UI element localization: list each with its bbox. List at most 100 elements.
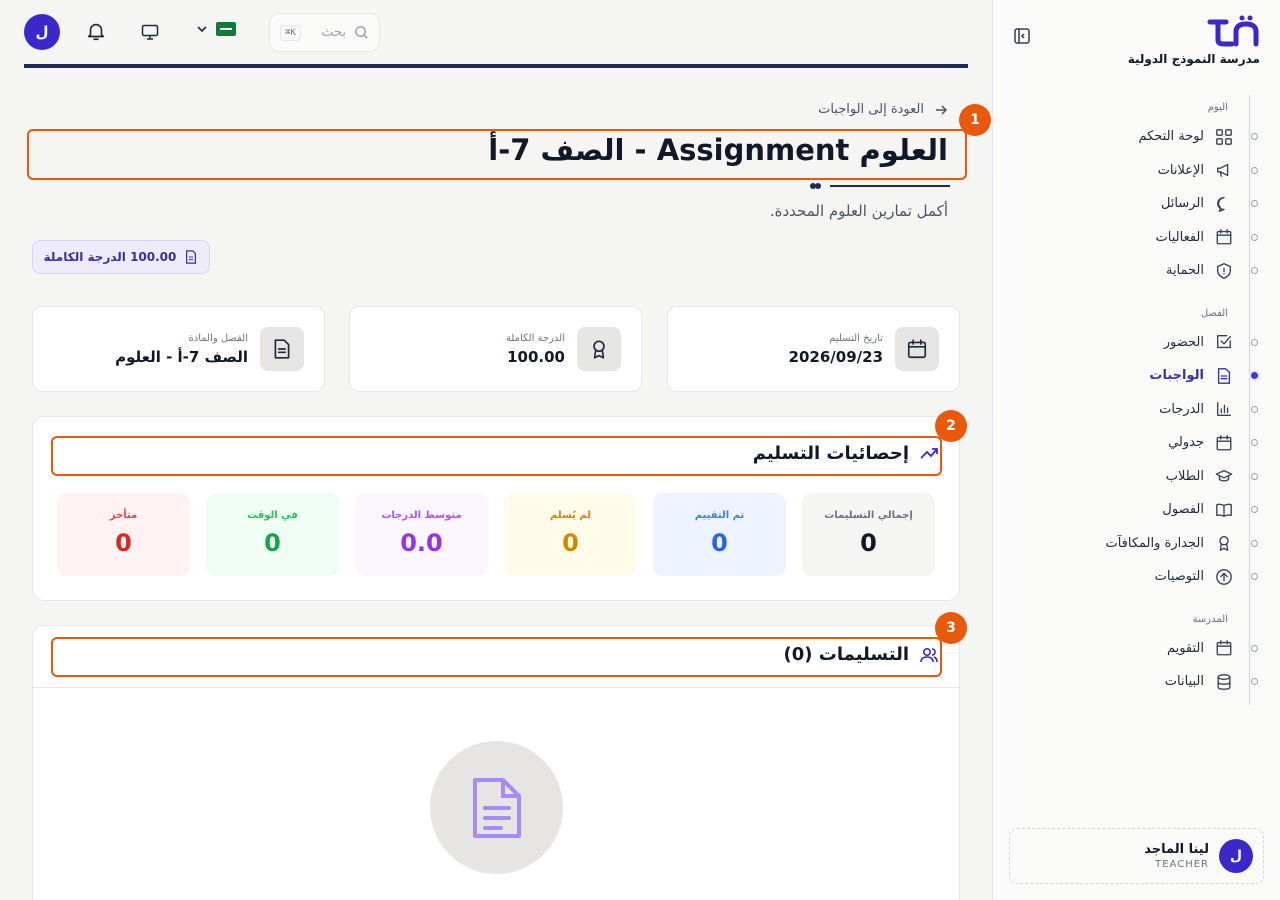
empty-state-icon (430, 741, 563, 874)
nav-section-title: اليوم (1207, 102, 1228, 113)
sidebar-item[interactable]: جدولي (992, 426, 1280, 460)
graduation-cap-icon (1214, 466, 1234, 486)
sidebar-item-label: الحضور (1163, 334, 1204, 350)
sidebar-item[interactable]: الرسائل (992, 187, 1280, 221)
info-card-value: 2026/09/23 (788, 347, 883, 366)
sidebar-item-label: الواجبات (1149, 368, 1204, 384)
annotation-marker: 2 (935, 410, 967, 442)
calendar-icon (895, 327, 939, 371)
stat-label: إجمالي التسليمات (824, 510, 913, 521)
sidebar: مدرسة النموذج الدولية اليوم لوحة التحكم ال… (992, 0, 1280, 900)
award-icon (1214, 533, 1234, 553)
info-card-label: الفصل والمادة (188, 332, 248, 344)
info-card-label: الدرجة الكاملة (505, 332, 565, 344)
sidebar-item-label: التوصيات (1154, 569, 1204, 585)
document-icon (1214, 366, 1234, 386)
stat-label: متأخر (109, 510, 138, 521)
stat-tile: متوسط الدرجات 0.0 (355, 493, 488, 576)
info-card: الدرجة الكاملة 100.00 (349, 306, 642, 392)
sidebar-item[interactable]: الجدارة والمكافآت (992, 527, 1280, 561)
full-grade-badge: 100.00 الدرجة الكاملة (32, 240, 210, 274)
stat-label: لم يُسلم (550, 510, 591, 521)
stat-value: 0 (264, 529, 281, 557)
submission-stats-panel: إحصائيات التسليم إجمالي التسليمات 0 تم الت… (32, 416, 960, 601)
stat-label: في الوقت (247, 510, 298, 521)
page-subtitle: أكمل تمارين العلوم المحددة. (769, 202, 948, 220)
school-logo[interactable]: مدرسة النموذج الدولية (1128, 14, 1260, 66)
sidebar-item[interactable]: الدرجات (992, 393, 1280, 427)
sidebar-item[interactable]: الواجبات (992, 359, 1280, 393)
stat-tile: لم يُسلم 0 (504, 493, 637, 576)
sidebar-item-label: الفصول (1162, 502, 1204, 518)
stats-title-label: إحصائيات التسليم (752, 443, 909, 464)
sidebar-item-label: الطلاب (1165, 468, 1204, 484)
back-to-assignments-link[interactable]: العودة إلى الواجبات (818, 102, 948, 117)
stat-tile: إجمالي التسليمات 0 (802, 493, 935, 576)
info-card-value: الصف 7-أ - العلوم (115, 347, 248, 366)
nav-indicator (1251, 539, 1258, 547)
annotation-marker: 3 (935, 612, 967, 644)
nav-section-title: المدرسة (1192, 613, 1228, 625)
top-bar: ل بحث K⌘ (0, 0, 992, 70)
language-selector[interactable] (196, 22, 236, 36)
book-icon (1214, 500, 1234, 520)
sidebar-item[interactable]: الفعاليات (992, 221, 1280, 255)
document-icon (260, 327, 304, 371)
info-card: الفصل والمادة الصف 7-أ - العلوم (32, 306, 325, 392)
sidebar-item-label: جدولي (1168, 435, 1204, 451)
sidebar-item[interactable]: التوصيات (992, 560, 1280, 594)
sidebar-item[interactable]: الفصول (992, 493, 1280, 527)
sidebar-item[interactable]: لوحة التحكم (992, 120, 1280, 154)
bar-chart-icon (1214, 399, 1234, 419)
profile-avatar[interactable]: ل (24, 14, 60, 50)
submissions-title-label: التسليمات (0) (783, 644, 909, 665)
sidebar-item-label: الجدارة والمكافآت (1105, 535, 1204, 551)
submissions-title: التسليمات (0) (784, 644, 939, 665)
document-icon (472, 777, 521, 838)
arrow-right-icon (936, 104, 948, 115)
sidebar-item[interactable]: التقويم (992, 632, 1280, 666)
sidebar-item[interactable]: الإعلانات (992, 154, 1280, 188)
user-name: لينا الماجد (1144, 842, 1209, 857)
notification-bell-icon[interactable] (85, 20, 107, 42)
nav-indicator (1251, 439, 1258, 447)
full-grade-label: 100.00 الدرجة الكاملة (43, 250, 177, 264)
header-divider (24, 64, 968, 68)
sidebar-item-label: الإعلانات (1157, 162, 1204, 178)
school-name: مدرسة النموذج الدولية (1127, 52, 1260, 66)
search-icon (355, 26, 368, 39)
award-icon (577, 327, 621, 371)
sidebar-item-label: البيانات (1164, 674, 1204, 690)
sidebar-nav: اليوم لوحة التحكم الإعلانات الرسائل الفعاليا… (992, 92, 1280, 699)
sidebar-item-label: الفعاليات (1155, 229, 1204, 245)
trending-up-icon (920, 447, 938, 459)
sidebar-item[interactable]: البيانات (992, 665, 1280, 699)
sidebar-item[interactable]: الحضور (992, 326, 1280, 360)
megaphone-icon (1214, 160, 1234, 180)
page-title: العلوم Assignment - الصف 7-أ (488, 133, 948, 167)
calendar-icon (1214, 433, 1234, 453)
sidebar-item[interactable]: الحماية (992, 254, 1280, 288)
search-input[interactable]: بحث (321, 25, 346, 40)
sidebar-item-label: لوحة التحكم (1138, 129, 1204, 145)
avatar: ل (1219, 839, 1253, 873)
search-shortcut: K⌘ (280, 24, 301, 41)
sidebar-item[interactable]: الطلاب (992, 460, 1280, 494)
annotation-marker: 1 (959, 104, 991, 136)
nav-indicator (1251, 405, 1258, 413)
saudi-flag-icon (216, 22, 236, 36)
info-card: تاريخ التسليم 2026/09/23 (667, 306, 960, 392)
user-role: TEACHER (1155, 859, 1209, 870)
nav-indicator (1251, 338, 1258, 346)
chevron-down-icon (197, 26, 207, 33)
nav-section-title: الفصل (1200, 307, 1228, 319)
search-box[interactable]: بحث K⌘ (269, 13, 380, 52)
stat-label: متوسط الدرجات (381, 510, 462, 521)
collapse-sidebar-icon[interactable] (1013, 27, 1031, 45)
user-card[interactable]: ل لينا الماجد TEACHER (1009, 828, 1264, 884)
nav-indicator (1251, 166, 1258, 174)
calendar-icon (1214, 638, 1234, 658)
display-mode-icon[interactable] (141, 23, 159, 41)
nav-indicator (1251, 644, 1258, 652)
sidebar-item-label: التقويم (1166, 640, 1204, 656)
